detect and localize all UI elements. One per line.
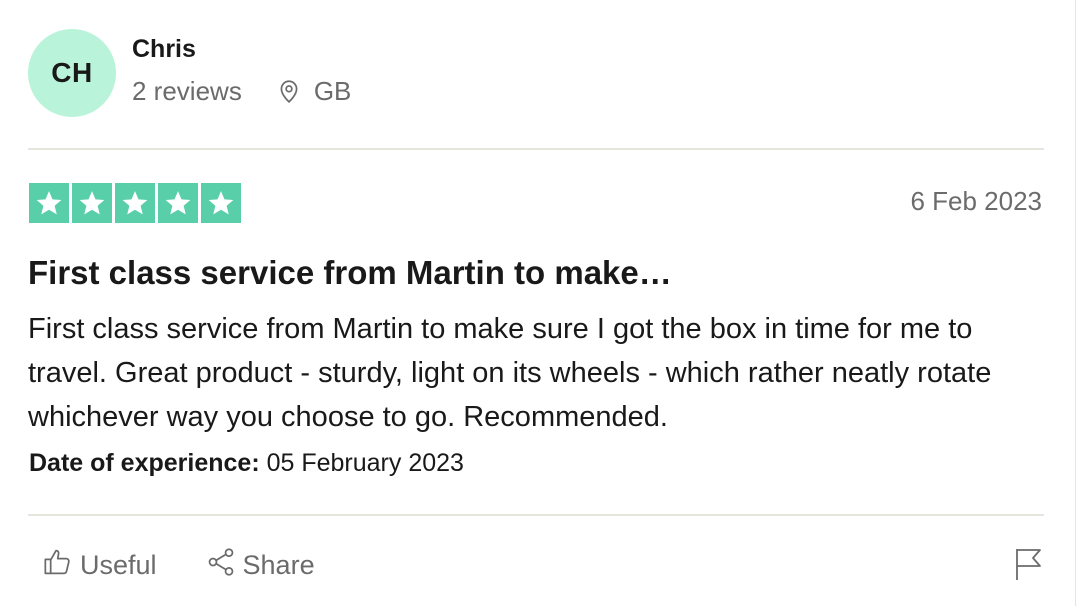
star-icon	[29, 183, 69, 223]
star-icon	[72, 183, 112, 223]
review-body: First class service from Martin to make …	[28, 313, 992, 433]
share-icon	[205, 546, 243, 585]
experience-date: 05 February 2023	[266, 449, 464, 477]
thumbs-up-icon	[42, 546, 80, 585]
flag-icon	[1014, 549, 1044, 585]
report-flag-button[interactable]	[1014, 547, 1044, 581]
divider-top	[28, 148, 1044, 150]
date-of-experience: Date of experience: 05 February 2023	[29, 449, 464, 478]
star-icon	[115, 183, 155, 223]
review-date: 6 Feb 2023	[910, 186, 1042, 216]
consumer-meta: 2 reviews GB	[132, 76, 351, 107]
avatar[interactable]: CH	[28, 29, 116, 117]
star-rating	[29, 183, 241, 223]
consumer-name[interactable]: Chris	[132, 34, 351, 64]
useful-label: Useful	[80, 550, 157, 580]
share-button[interactable]: Share	[205, 546, 315, 585]
consumer-header: CH Chris 2 reviews GB	[28, 28, 351, 118]
consumer-info: Chris 2 reviews GB	[132, 35, 351, 107]
useful-button[interactable]: Useful	[42, 546, 157, 585]
star-icon	[158, 183, 198, 223]
review-card: CH Chris 2 reviews GB 6 Feb 2023 First c…	[0, 0, 1076, 606]
share-label: Share	[242, 550, 315, 580]
star-icon	[201, 183, 241, 223]
location-pin-icon	[276, 78, 302, 104]
consumer-country: GB	[313, 75, 352, 106]
reviews-count: 2 reviews	[132, 75, 242, 106]
divider-bottom	[28, 514, 1044, 516]
review-title[interactable]: First class service from Martin to make…	[28, 254, 672, 292]
experience-label: Date of experience:	[29, 449, 260, 477]
review-actions: Useful Share	[42, 546, 315, 585]
